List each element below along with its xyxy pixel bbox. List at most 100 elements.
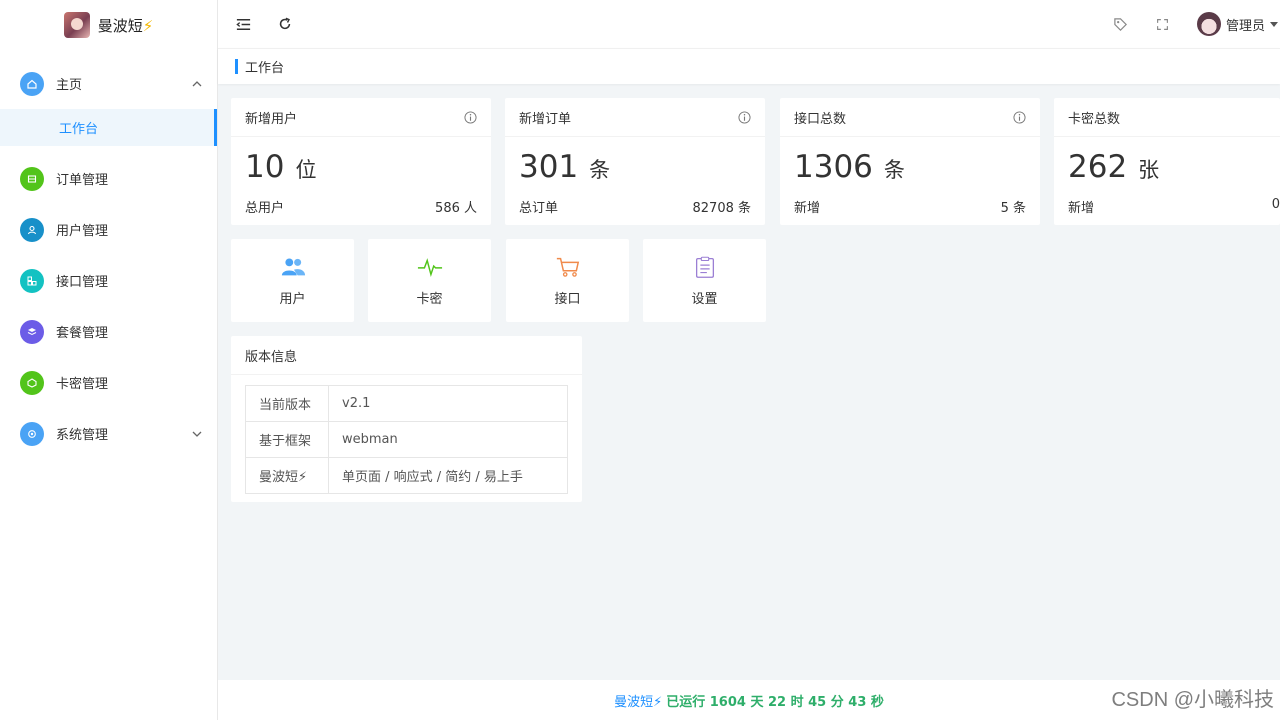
tag-button[interactable] (1113, 16, 1129, 32)
menu-fold-icon (235, 18, 250, 30)
stat-foot-label: 总用户 (245, 201, 285, 216)
stat-title: 卡密总数 (1068, 111, 1121, 127)
stat-title: 新增订单 (519, 111, 572, 127)
tab-marker (235, 59, 238, 74)
stat-foot-value: 586 人 (435, 201, 477, 216)
stat-card-api-total: 接口总数 1306 条 新增 5 条 (780, 98, 1040, 225)
user-menu[interactable]: 管理员 (1196, 12, 1278, 36)
table-row: 当前版本 v2.1 (245, 385, 568, 422)
sidebar-item-label: 主页 (56, 78, 83, 93)
users-icon (280, 254, 306, 280)
avatar (1196, 12, 1221, 36)
topbar-right: 管理员 (1113, 12, 1280, 36)
brand[interactable]: 曼波短⚡ (0, 0, 217, 50)
user-icon (20, 217, 44, 242)
sidebar-item-label: 卡密管理 (56, 377, 109, 392)
sidebar-item-home[interactable]: 主页 (0, 58, 217, 109)
stat-card-new-users: 新增用户 10 位 总用户 586 人 (231, 98, 491, 225)
cart-icon (555, 254, 581, 280)
stat-value: 301 (519, 149, 579, 185)
info-icon[interactable] (464, 110, 477, 124)
table-row: 曼波短⚡ 单页面 / 响应式 / 简约 / 易上手 (245, 457, 568, 494)
quick-link-users[interactable]: 用户 (231, 239, 354, 322)
stat-card-new-orders: 新增订单 301 条 总订单 82708 条 (505, 98, 765, 225)
brand-name: 曼波短⚡ (97, 16, 154, 35)
stat-unit: 位 (295, 158, 317, 182)
table-key: 基于框架 (245, 421, 329, 458)
clipboard-icon (692, 254, 718, 280)
table-key: 曼波短⚡ (245, 457, 329, 494)
fullscreen-button[interactable] (1155, 16, 1171, 32)
stat-unit: 条 (589, 158, 611, 182)
stat-value: 10 (245, 149, 285, 185)
stat-foot-value: 5 条 (1000, 201, 1026, 216)
tag-icon (1114, 17, 1128, 31)
card-icon (20, 370, 44, 395)
version-table: 当前版本 v2.1 基于框架 webman 曼波短⚡ 单页面 / 响应式 / 简约 /… (245, 385, 568, 494)
version-info-card: 版本信息 当前版本 v2.1 基于框架 webman 曼波短⚡ 单页面 / 响应式 /… (231, 336, 582, 502)
sidebar-item-label: 订单管理 (56, 173, 109, 188)
stat-card-card-total: 卡密总数 262 张 新增 0 (1054, 98, 1280, 225)
stat-title: 新增用户 (245, 111, 298, 127)
sidebar: 曼波短⚡ 主页 工作台 订单管理 用户管理 接口管理 套餐管理 卡密管理 系统管… (0, 0, 218, 720)
chevron-up-icon (192, 80, 202, 86)
footer-brand: 曼波短⚡ (614, 694, 663, 710)
sidebar-item-label: 套餐管理 (56, 326, 109, 341)
user-name: 管理员 (1225, 18, 1265, 34)
stat-unit: 张 (1138, 158, 1160, 182)
tab-workbench[interactable]: 工作台 (245, 57, 284, 76)
stat-foot-label: 新增 (794, 201, 821, 216)
refresh-button[interactable] (276, 15, 294, 33)
sidebar-item-orders[interactable]: 订单管理 (0, 153, 217, 204)
sidebar-item-cards[interactable]: 卡密管理 (0, 357, 217, 408)
quick-link-settings[interactable]: 设置 (643, 239, 766, 322)
sidebar-item-label: 用户管理 (56, 224, 109, 239)
stat-unit: 条 (883, 158, 905, 182)
info-icon[interactable] (1013, 110, 1026, 124)
sidebar-item-packages[interactable]: 套餐管理 (0, 306, 217, 357)
table-value: webman (328, 421, 568, 458)
table-key: 当前版本 (245, 385, 329, 422)
caret-down-icon (1270, 21, 1278, 27)
quick-link-label: 卡密 (416, 292, 443, 307)
sidebar-item-api[interactable]: 接口管理 (0, 255, 217, 306)
settings-icon (20, 421, 44, 446)
main-content: 新增用户 10 位 总用户 586 人 新增订单 301 条 总订单 82708 条 接… (218, 84, 1280, 680)
quick-link-cards[interactable]: 卡密 (368, 239, 491, 322)
quick-link-label: 设置 (691, 292, 718, 307)
sidebar-subitem-workbench[interactable]: 工作台 (0, 109, 217, 146)
sidebar-item-system[interactable]: 系统管理 (0, 408, 217, 459)
refresh-icon (279, 17, 291, 30)
sidebar-item-label: 接口管理 (56, 275, 109, 290)
collapse-menu-button[interactable] (234, 15, 252, 33)
pulse-icon (417, 254, 443, 280)
stat-value: 262 (1068, 149, 1128, 185)
stat-foot-value: 82708 条 (692, 201, 752, 216)
topbar: 管理员 (218, 0, 1280, 48)
fullscreen-icon (1157, 18, 1169, 30)
quick-link-api[interactable]: 接口 (506, 239, 629, 322)
stat-title: 接口总数 (794, 111, 847, 127)
home-icon (20, 71, 44, 96)
table-value: 单页面 / 响应式 / 简约 / 易上手 (328, 457, 568, 494)
info-icon[interactable] (738, 110, 751, 124)
stat-foot-label: 总订单 (519, 201, 559, 216)
stat-value: 1306 (794, 149, 873, 185)
version-title: 版本信息 (231, 336, 582, 375)
sidebar-item-label: 系统管理 (56, 428, 109, 443)
list-icon (20, 166, 44, 191)
chevron-down-icon (192, 431, 202, 437)
brand-logo (63, 12, 90, 38)
sidebar-item-users[interactable]: 用户管理 (0, 204, 217, 255)
stat-foot-label: 新增 (1068, 201, 1095, 216)
tab-bar: 工作台 (218, 48, 1280, 84)
quick-link-label: 用户 (279, 292, 306, 307)
uptime-text: 已运行 1604 天 22 时 45 分 43 秒 (666, 694, 884, 710)
sidebar-menu: 主页 工作台 订单管理 用户管理 接口管理 套餐管理 卡密管理 系统管理 (0, 58, 217, 459)
stat-foot-value: 0 (1271, 197, 1280, 212)
quick-link-label: 接口 (554, 292, 581, 307)
table-row: 基于框架 webman (245, 421, 568, 458)
package-icon (20, 319, 44, 344)
api-icon (20, 268, 44, 293)
table-value: v2.1 (328, 385, 568, 422)
